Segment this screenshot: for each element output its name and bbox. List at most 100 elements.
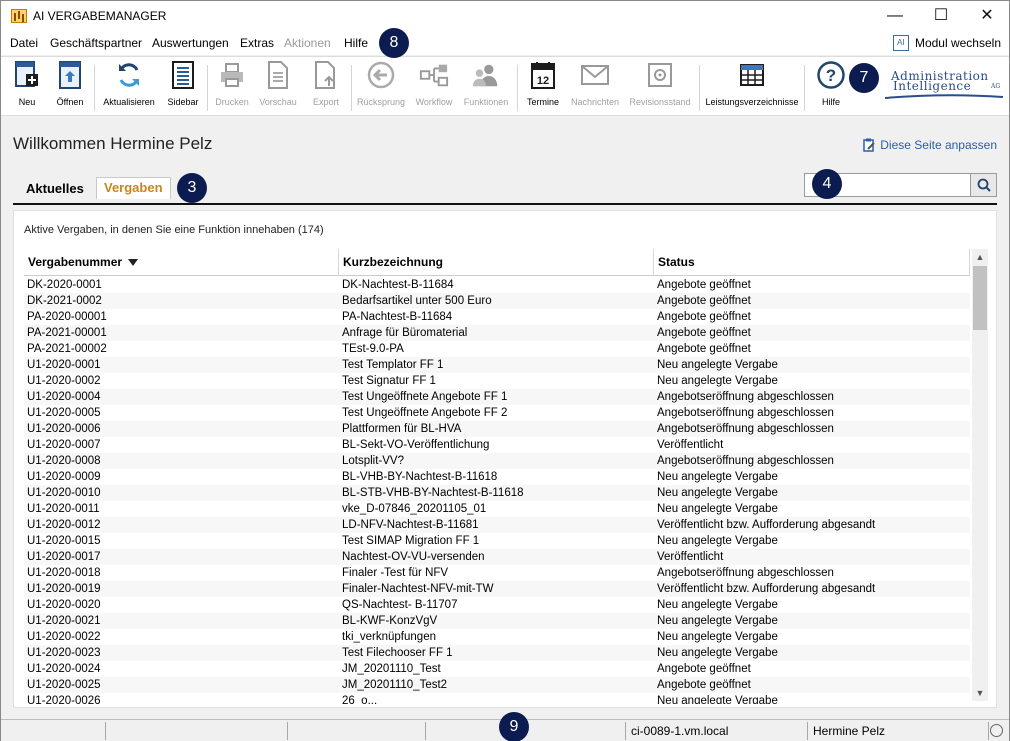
table-body: DK-2020-0001 DK-Nachtest-B-11684 Angebote … [24,277,970,704]
menu-geschaeftspartner[interactable]: Geschäftspartner [50,36,142,50]
toolbar-back-button[interactable]: Rücksprung [355,59,407,107]
annotation-badge-9: 9 [499,712,529,741]
cell-status: Angebote geöffnet [657,279,751,291]
close-button[interactable]: ✕ [964,1,1010,31]
table-row[interactable]: DK-2021-0002 Bedarfsartikel unter 500 Eur… [24,293,970,309]
table-row[interactable]: U1-2020-0002 Test Signatur FF 1 Neu angele… [24,373,970,389]
toolbar-new-button[interactable]: Neu [9,59,45,107]
table-row[interactable]: U1-2020-0007 BL-Sekt-VO-Veröffentlichung V… [24,437,970,453]
cell-status: Angebotseröffnung abgeschlossen [657,423,834,435]
toolbar-refresh-button[interactable]: Aktualisieren [101,59,157,107]
menu-extras[interactable]: Extras [240,36,274,50]
toolbar-termine-button[interactable]: 12 Termine [523,59,563,107]
table-row[interactable]: PA-2020-00001 PA-Nachtest-B-11684 Angebote… [24,309,970,325]
status-separator [425,722,426,740]
column-header-label: Vergabenummer [28,255,123,269]
logo-swoosh-icon [885,94,1003,99]
cell-kurzbezeichnung: Finaler-Nachtest-NFV-mit-TW [342,583,494,595]
table-row[interactable]: U1-2020-0011 vke_D-07846_20201105_01 Neu a… [24,501,970,517]
scroll-up-icon[interactable]: ▲ [972,249,988,265]
cell-vergabenummer: U1-2020-0001 [27,359,101,371]
toolbar-help-label: Hilfe [821,97,840,107]
table-row[interactable]: U1-2020-0024 JM_20201110_Test Angebote geö… [24,661,970,677]
table-row[interactable]: PA-2021-00001 Anfrage für Büromaterial Ang… [24,325,970,341]
scroll-thumb[interactable] [973,266,987,330]
cell-kurzbezeichnung: JM_20201110_Test2 [342,679,448,691]
table-row[interactable]: U1-2020-0001 Test Templator FF 1 Neu angel… [24,357,970,373]
maximize-button[interactable]: ☐ [918,1,964,31]
cell-vergabenummer: PA-2021-00001 [27,327,107,339]
table-row[interactable]: U1-2020-0019 Finaler-Nachtest-NFV-mit-TW V… [24,581,970,597]
table-row[interactable]: U1-2020-0006 Plattformen für BL-HVA Angebo… [24,421,970,437]
cell-status: Veröffentlicht [657,439,724,451]
status-user: Hermine Pelz [813,724,886,738]
cell-status: Angebotseröffnung abgeschlossen [657,407,834,419]
toolbar-preview-button[interactable]: Vorschau [257,59,299,107]
tab-vergaben[interactable]: Vergaben [96,177,171,199]
customize-page-label: Diese Seite anpassen [880,138,997,152]
cell-kurzbezeichnung: Finaler -Test für NFV [342,567,449,579]
toolbar-open-button[interactable]: Öffnen [52,59,88,107]
cell-vergabenummer: U1-2020-0008 [27,455,101,467]
menu-aktionen[interactable]: Aktionen [284,36,331,50]
table-row[interactable]: U1-2020-0005 Test Ungeöffnete Angebote FF… [24,405,970,421]
toolbar-help-button[interactable]: ? Hilfe [813,59,849,107]
status-separator [988,722,989,740]
menu-datei[interactable]: Datei [10,36,38,50]
table-row[interactable]: U1-2020-0008 Lotsplit-VV? Angebotseröffnun… [24,453,970,469]
table-row[interactable]: U1-2020-0021 BL-KWF-KonzVgV Neu angelegte … [24,613,970,629]
column-header-kurzbezeichnung[interactable]: Kurzbezeichnung [339,249,654,276]
modul-wechseln-button[interactable]: AI Modul wechseln [892,35,1001,51]
menu-auswertungen[interactable]: Auswertungen [152,36,229,50]
table-row[interactable]: DK-2020-0001 DK-Nachtest-B-11684 Angebote … [24,277,970,293]
table-row[interactable]: U1-2020-0022 tki_verknüpfungen Neu angeleg… [24,629,970,645]
company-logo: Administration Intelligence AG [885,67,1003,107]
cell-status: Neu angelegte Vergabe [657,615,778,627]
table-row[interactable]: U1-2020-0004 Test Ungeöffnete Angebote FF… [24,389,970,405]
minimize-button[interactable]: — [872,1,918,31]
table-row[interactable]: U1-2020-0015 Test SIMAP Migration FF 1 Neu… [24,533,970,549]
toolbar-leistungsverzeichnisse-button[interactable]: Leistungsverzeichnisse [705,59,799,107]
cell-kurzbezeichnung: TEst-9.0-PA [342,343,404,355]
table-row[interactable]: U1-2020-0017 Nachtest-OV-VU-versenden Verö… [24,549,970,565]
table-row[interactable]: U1-2020-0023 Test Filechooser FF 1 Neu ang… [24,645,970,661]
back-arrow-icon [366,59,396,91]
toolbar-workflow-button[interactable]: Workflow [413,59,455,107]
panel-caption: Aktive Vergaben, in denen Sie eine Funkt… [24,224,324,236]
cell-vergabenummer: U1-2020-0005 [27,407,101,419]
toolbar-messages-button[interactable]: Nachrichten [569,59,621,107]
cell-kurzbezeichnung: tki_verknüpfungen [342,631,436,643]
toolbar-print-button[interactable]: Drucken [212,59,252,107]
cell-status: Angebotseröffnung abgeschlossen [657,567,834,579]
toolbar-open-label: Öffnen [56,97,84,107]
scroll-down-icon[interactable]: ▼ [972,685,988,701]
cell-status: Angebote geöffnet [657,295,751,307]
table-row[interactable]: U1-2020-0025 JM_20201110_Test2 Angebote ge… [24,677,970,693]
tab-aktuelles[interactable]: Aktuelles [26,181,84,196]
toolbar-export-button[interactable]: Export [307,59,345,107]
cell-kurzbezeichnung: vke_D-07846_20201105_01 [342,503,487,515]
menu-hilfe[interactable]: Hilfe [344,36,368,50]
open-document-icon [55,59,85,91]
table-row[interactable]: U1-2020-0020 QS-Nachtest- B-11707 Neu ange… [24,597,970,613]
toolbar-print-label: Drucken [215,97,249,107]
toolbar-sidebar-label: Sidebar [167,97,199,107]
refresh-icon [114,59,144,91]
table-row[interactable]: U1-2020-0026 26_o... Neu angelegte Vergabe [24,693,970,704]
toolbar-functions-button[interactable]: Funktionen [462,59,510,107]
cell-vergabenummer: U1-2020-0022 [27,631,101,643]
cell-vergabenummer: DK-2020-0001 [27,279,102,291]
vertical-scrollbar[interactable]: ▲ ▼ [972,249,988,701]
table-row[interactable]: U1-2020-0009 BL-VHB-BY-Nachtest-B-11618 Ne… [24,469,970,485]
column-header-vergabenummer[interactable]: Vergabenummer [24,249,339,276]
cell-vergabenummer: U1-2020-0010 [27,487,101,499]
table-row[interactable]: U1-2020-0018 Finaler -Test für NFV Angebot… [24,565,970,581]
customize-page-link[interactable]: Diese Seite anpassen [863,138,997,152]
column-header-status[interactable]: Status [654,249,970,276]
table-row[interactable]: U1-2020-0012 LD-NFV-Nachtest-B-11681 Veröf… [24,517,970,533]
search-button[interactable] [970,174,996,196]
table-row[interactable]: PA-2021-00002 TEst-9.0-PA Angebote geöffne… [24,341,970,357]
toolbar-sidebar-button[interactable]: Sidebar [164,59,202,107]
table-row[interactable]: U1-2020-0010 BL-STB-VHB-BY-Nachtest-B-116… [24,485,970,501]
toolbar-revision-button[interactable]: Revisionsstand [628,59,692,107]
